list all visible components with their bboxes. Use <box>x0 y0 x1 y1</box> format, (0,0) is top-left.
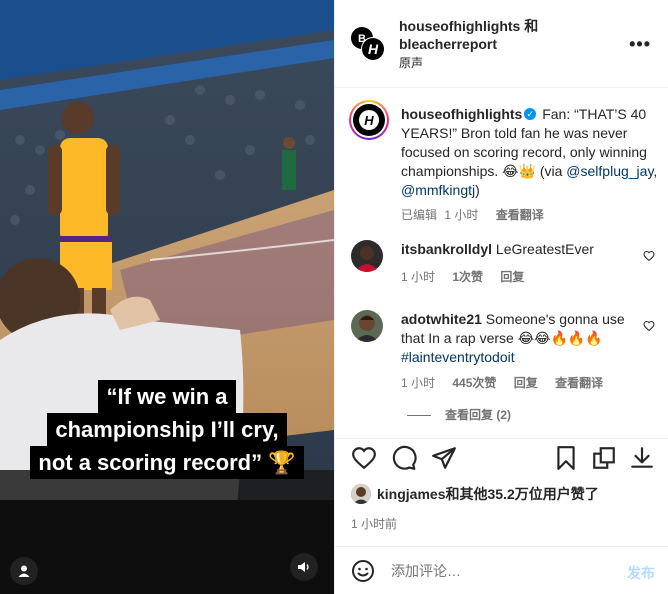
caption-line: championship I’ll cry, <box>47 413 287 446</box>
caption-close: ) <box>475 182 480 198</box>
emoji-smiley-icon[interactable] <box>351 559 375 583</box>
comment-likes[interactable]: 445次赞 <box>452 376 496 390</box>
reel-video[interactable]: “If we win a championship I’ll cry, not … <box>0 0 334 594</box>
comment-like-heart-icon[interactable] <box>643 250 655 262</box>
post-authors[interactable]: houseofhighlights 和 bleacherreport <box>399 17 538 53</box>
comment-avatar[interactable] <box>351 240 383 272</box>
author-line[interactable]: houseofhighlights 和 <box>399 17 538 35</box>
original-audio-link[interactable]: 原声 <box>399 54 423 71</box>
caption-separator: , <box>653 163 658 179</box>
post-actions-bar <box>335 438 668 476</box>
comment-body: adotwhite21 Someone's gonna use that In … <box>401 310 637 367</box>
collab-avatars[interactable]: B H <box>350 26 386 62</box>
add-comment-bar: 发布 <box>335 546 668 594</box>
user-icon <box>18 565 30 577</box>
comment-body: itsbankrolldyl LeGreatestEver <box>401 240 637 259</box>
comment-bubble-icon[interactable] <box>391 445 417 471</box>
share-paper-plane-icon[interactable] <box>431 445 457 471</box>
reply-button[interactable]: 回复 <box>500 270 524 284</box>
download-icon[interactable] <box>629 445 655 471</box>
save-bookmark-icon[interactable] <box>553 445 579 471</box>
edited-label: 已编辑 <box>401 208 438 222</box>
liker-username[interactable]: kingjames <box>377 486 445 502</box>
see-translation-link[interactable]: 查看翻译 <box>496 208 544 222</box>
see-translation-link[interactable]: 查看翻译 <box>555 376 603 390</box>
comment-input[interactable] <box>391 563 601 579</box>
avatar-image <box>351 484 371 504</box>
comment-avatar[interactable] <box>351 310 383 342</box>
caption-time[interactable]: 1 小时 <box>444 208 478 222</box>
comment-likes[interactable]: 1次赞 <box>452 270 483 284</box>
likes-summary[interactable]: kingjames和其他35.2万位用户赞了 <box>351 484 599 504</box>
comment-meta: 1 小时 445次赞 回复 查看翻译 <box>401 374 617 391</box>
remix-squares-icon[interactable] <box>591 445 617 471</box>
caption-line: “If we win a <box>98 380 236 413</box>
view-replies-button[interactable]: 查看回复 (2) <box>407 406 511 423</box>
post-comments-area: H houseofhighlights ✓ Fan: “THAT’S 40 YEA… <box>335 88 668 438</box>
caption-line: not a scoring record” 🏆 <box>30 446 304 479</box>
comment-item: adotwhite21 Someone's gonna use that In … <box>335 310 668 390</box>
comment-username[interactable]: itsbankrolldyl <box>401 241 492 257</box>
more-options-button[interactable]: ••• <box>629 34 651 55</box>
caption-username[interactable]: houseofhighlights <box>401 106 522 122</box>
post-header: B H houseofhighlights 和 bleacherreport 原… <box>335 0 668 88</box>
liker-avatar <box>351 484 371 504</box>
video-caption: “If we win a championship I’ll cry, not … <box>0 380 334 479</box>
reply-button[interactable]: 回复 <box>514 376 538 390</box>
avatar-image <box>351 240 383 272</box>
comment-meta: 1 小时 1次赞 回复 <box>401 268 538 285</box>
comment-time[interactable]: 1 小时 <box>401 270 435 284</box>
mention-link[interactable]: @mmfkingtj <box>401 182 475 198</box>
post-comment-button[interactable]: 发布 <box>627 563 655 583</box>
post-side-panel: B H houseofhighlights 和 bleacherreport 原… <box>334 0 668 594</box>
comment-username[interactable]: adotwhite21 <box>401 311 482 327</box>
comment-text: LeGreatestEver <box>495 241 594 257</box>
caption-meta: 已编辑 1 小时 查看翻译 <box>401 206 661 225</box>
like-heart-icon[interactable] <box>351 445 377 471</box>
hashtag-link[interactable]: #lainteventrytodoit <box>401 349 515 365</box>
video-frame <box>0 0 334 594</box>
author-avatar[interactable]: H <box>349 100 389 140</box>
likes-count-text[interactable]: 和其他35.2万位用户赞了 <box>445 486 598 502</box>
mute-toggle-button[interactable] <box>290 553 318 581</box>
house-of-highlights-logo-icon: H <box>359 110 379 130</box>
mention-link[interactable]: @selfplug_jay <box>566 163 653 179</box>
comment-time[interactable]: 1 小时 <box>401 376 435 390</box>
posted-time[interactable]: 1 小时前 <box>351 515 397 532</box>
post-caption: houseofhighlights ✓ Fan: “THAT’S 40 YEARS… <box>401 105 661 225</box>
comment-item: itsbankrolldyl LeGreatestEver 1 小时 1次赞 回… <box>335 240 668 292</box>
tagged-users-button[interactable] <box>10 557 38 585</box>
verified-badge-icon: ✓ <box>524 108 537 121</box>
avatar-image <box>351 310 383 342</box>
author-line[interactable]: bleacherreport <box>399 35 538 53</box>
svg-text:H: H <box>364 113 374 128</box>
speaker-icon <box>298 562 309 572</box>
comment-like-heart-icon[interactable] <box>643 320 655 332</box>
svg-text:H: H <box>368 41 379 57</box>
